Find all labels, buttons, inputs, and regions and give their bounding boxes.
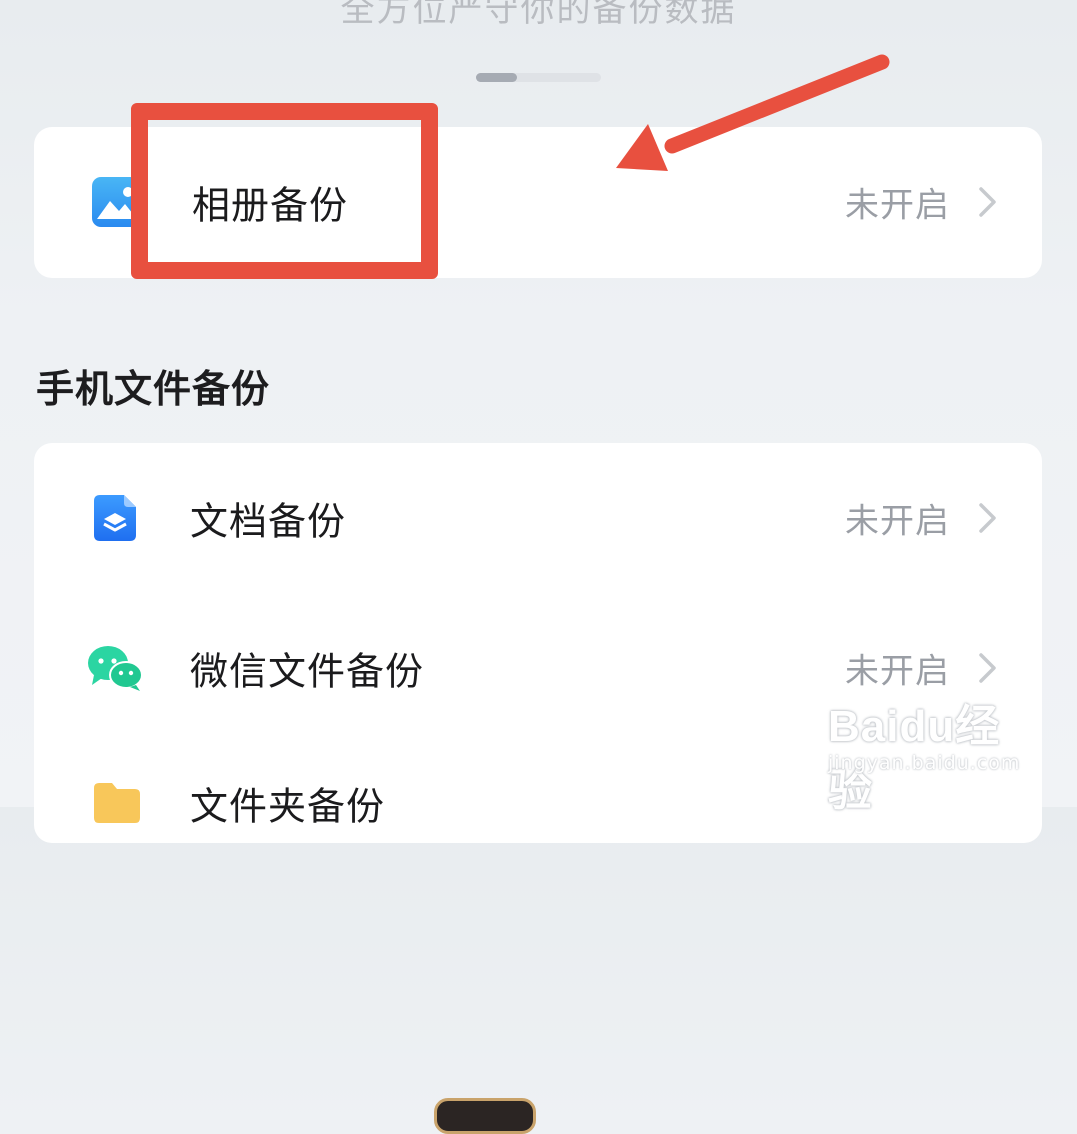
wechat-file-backup-status: 未开启 <box>845 651 950 692</box>
document-backup-status: 未开启 <box>845 501 950 542</box>
document-backup-label: 文档备份 <box>190 499 347 544</box>
watermark-url: jingyan.baidu.com <box>828 752 1021 774</box>
chevron-right-icon <box>979 187 996 217</box>
chevron-right-icon <box>979 653 996 683</box>
list-item-document-backup[interactable]: 文档备份 未开启 <box>34 443 1042 593</box>
promo-badge <box>434 1098 536 1134</box>
page-indicator <box>476 73 601 82</box>
phone-files-section-title: 手机文件备份 <box>36 367 271 411</box>
wechat-file-backup-label: 微信文件备份 <box>190 649 425 694</box>
album-backup-status: 未开启 <box>845 185 950 226</box>
folder-icon <box>94 783 140 823</box>
folder-backup-label: 文件夹备份 <box>190 784 386 829</box>
wechat-icon <box>88 646 143 691</box>
chevron-right-icon <box>979 503 996 533</box>
highlight-box <box>131 103 438 279</box>
baidu-jingyan-watermark: Baidu经验 jingyan.baidu.com <box>828 690 1028 815</box>
page-indicator-active <box>476 73 517 82</box>
page-subtitle: 全方位严守你的备份数据 <box>340 0 737 30</box>
document-icon <box>94 495 136 541</box>
